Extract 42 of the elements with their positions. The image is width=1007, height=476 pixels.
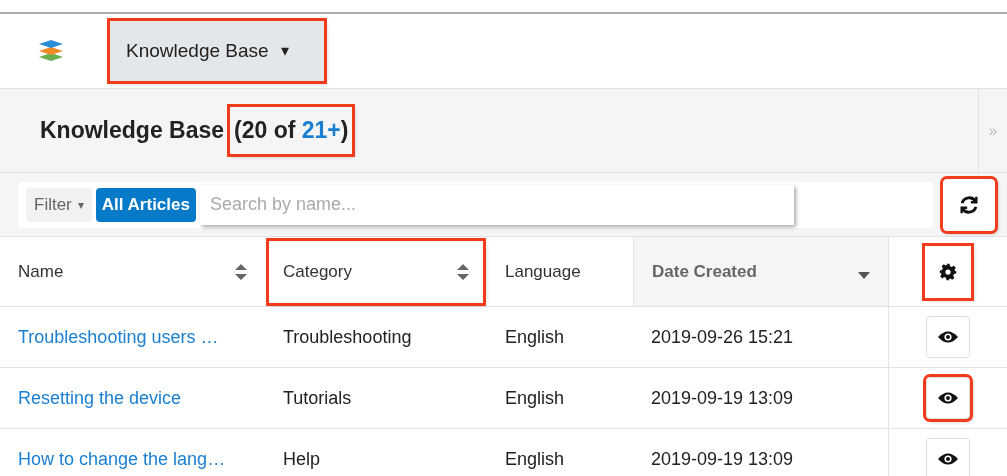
eye-icon [937,452,959,466]
refresh-button[interactable] [943,178,995,231]
column-label: Date Created [652,260,757,283]
refresh-icon [958,193,980,216]
table-cell-text: English [505,447,565,471]
record-link[interactable]: Troubleshooting users … [18,323,219,351]
preview-button[interactable] [926,316,970,358]
column-header[interactable]: Category [269,240,483,303]
eye-icon [937,330,959,344]
table-cell-text: English [505,325,565,349]
table-cell-text: Troubleshooting [283,325,412,349]
table-cell-text: Tutorials [283,386,352,410]
column-label: Category [283,260,352,283]
sort-icon [235,263,247,280]
count-link[interactable]: 21+ [301,117,341,144]
column-label: Name [18,260,64,283]
settings-button[interactable] [925,245,971,298]
page-title: Knowledge Base [40,116,225,146]
table-cell-text: 2019-09-19 13:09 [651,386,794,410]
column-header[interactable]: Language [491,240,629,303]
column-label: Language [505,260,581,283]
record-link[interactable]: How to change the lang… [18,445,226,473]
eye-icon [937,391,959,405]
count-text: (20 of [234,117,297,144]
table-cell-text: 2019-09-26 15:21 [651,325,794,349]
layers-logo-icon [38,38,64,64]
count-text: ) [340,117,349,144]
column-header[interactable]: Name [4,240,261,303]
search-bar[interactable]: Filter ▾ All Articles Search by name... [18,181,933,228]
filter-chip[interactable]: All Articles [95,187,196,222]
module-dropdown[interactable]: Knowledge Base ▾ [110,21,324,81]
preview-button[interactable] [926,377,970,419]
search-field[interactable]: Search by name... [199,184,794,225]
record-link[interactable]: Resetting the device [18,384,182,412]
settings-icon [939,262,957,281]
filter-dropdown[interactable]: Filter ▾ [26,187,92,222]
preview-button[interactable] [926,438,970,476]
table-cell-text: Help [283,447,321,471]
table-cell-text: 2019-09-19 13:09 [651,447,794,471]
table-cell-text: English [505,386,565,410]
sort-desc-icon [858,271,870,280]
sort-icon [457,263,469,280]
